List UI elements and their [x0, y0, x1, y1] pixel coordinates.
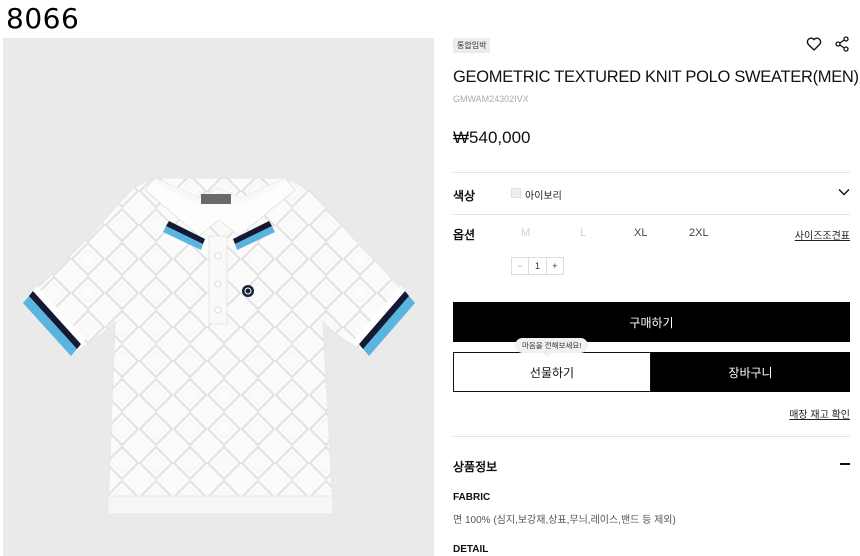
- quantity-stepper: − 1 +: [511, 257, 564, 275]
- add-to-cart-button[interactable]: 장바구니: [651, 352, 850, 392]
- size-label: 옵션: [453, 228, 476, 242]
- heart-icon[interactable]: [806, 36, 822, 52]
- polo-sweater-illustration: [22, 177, 416, 515]
- divider: [453, 436, 850, 437]
- color-value: 아이보리: [525, 191, 562, 202]
- divider: [453, 172, 850, 173]
- buy-button[interactable]: 구매하기: [453, 302, 850, 342]
- product-info-panel: 통합임박 GEOMETRIC TEXTURED KNIT POLO SWEATE…: [453, 0, 859, 556]
- product-info-title: 상품정보: [453, 460, 498, 474]
- minus-icon[interactable]: [840, 463, 850, 465]
- color-label: 색상: [453, 189, 476, 203]
- color-swatch: [511, 188, 521, 198]
- quantity-value[interactable]: 1: [529, 258, 545, 274]
- product-code: GMWAM24302IVX: [453, 94, 529, 104]
- chevron-down-icon: [838, 189, 850, 196]
- color-dropdown[interactable]: 아이보리: [511, 184, 850, 204]
- divider: [453, 214, 850, 215]
- page-number-label: 8066: [6, 2, 80, 35]
- size-option-2xl[interactable]: 2XL: [689, 227, 709, 239]
- fabric-description: 면 100% (심지,보강재,상표,무늬,레이스,밴드 등 제외): [453, 515, 676, 526]
- size-option-l[interactable]: L: [580, 227, 586, 239]
- store-stock-link[interactable]: 매장 재고 확인: [789, 406, 850, 421]
- status-badge: 통합임박: [453, 38, 491, 53]
- size-option-m[interactable]: M: [521, 227, 530, 239]
- gift-tooltip: 마음을 전해보세요!: [515, 338, 589, 357]
- product-price: ₩540,000: [453, 128, 531, 147]
- fabric-heading: FABRIC: [453, 492, 491, 503]
- gift-button[interactable]: 선물하기: [453, 352, 651, 392]
- size-option-xl[interactable]: XL: [634, 227, 647, 239]
- product-image: [3, 38, 434, 556]
- detail-heading: DETAIL: [453, 544, 489, 555]
- share-icon[interactable]: [834, 36, 850, 52]
- product-title: GEOMETRIC TEXTURED KNIT POLO SWEATER(MEN…: [453, 68, 859, 86]
- size-guide-link[interactable]: 사이즈조견표: [795, 227, 850, 242]
- quantity-decrease-button[interactable]: −: [512, 258, 530, 274]
- quantity-increase-button[interactable]: +: [545, 258, 563, 274]
